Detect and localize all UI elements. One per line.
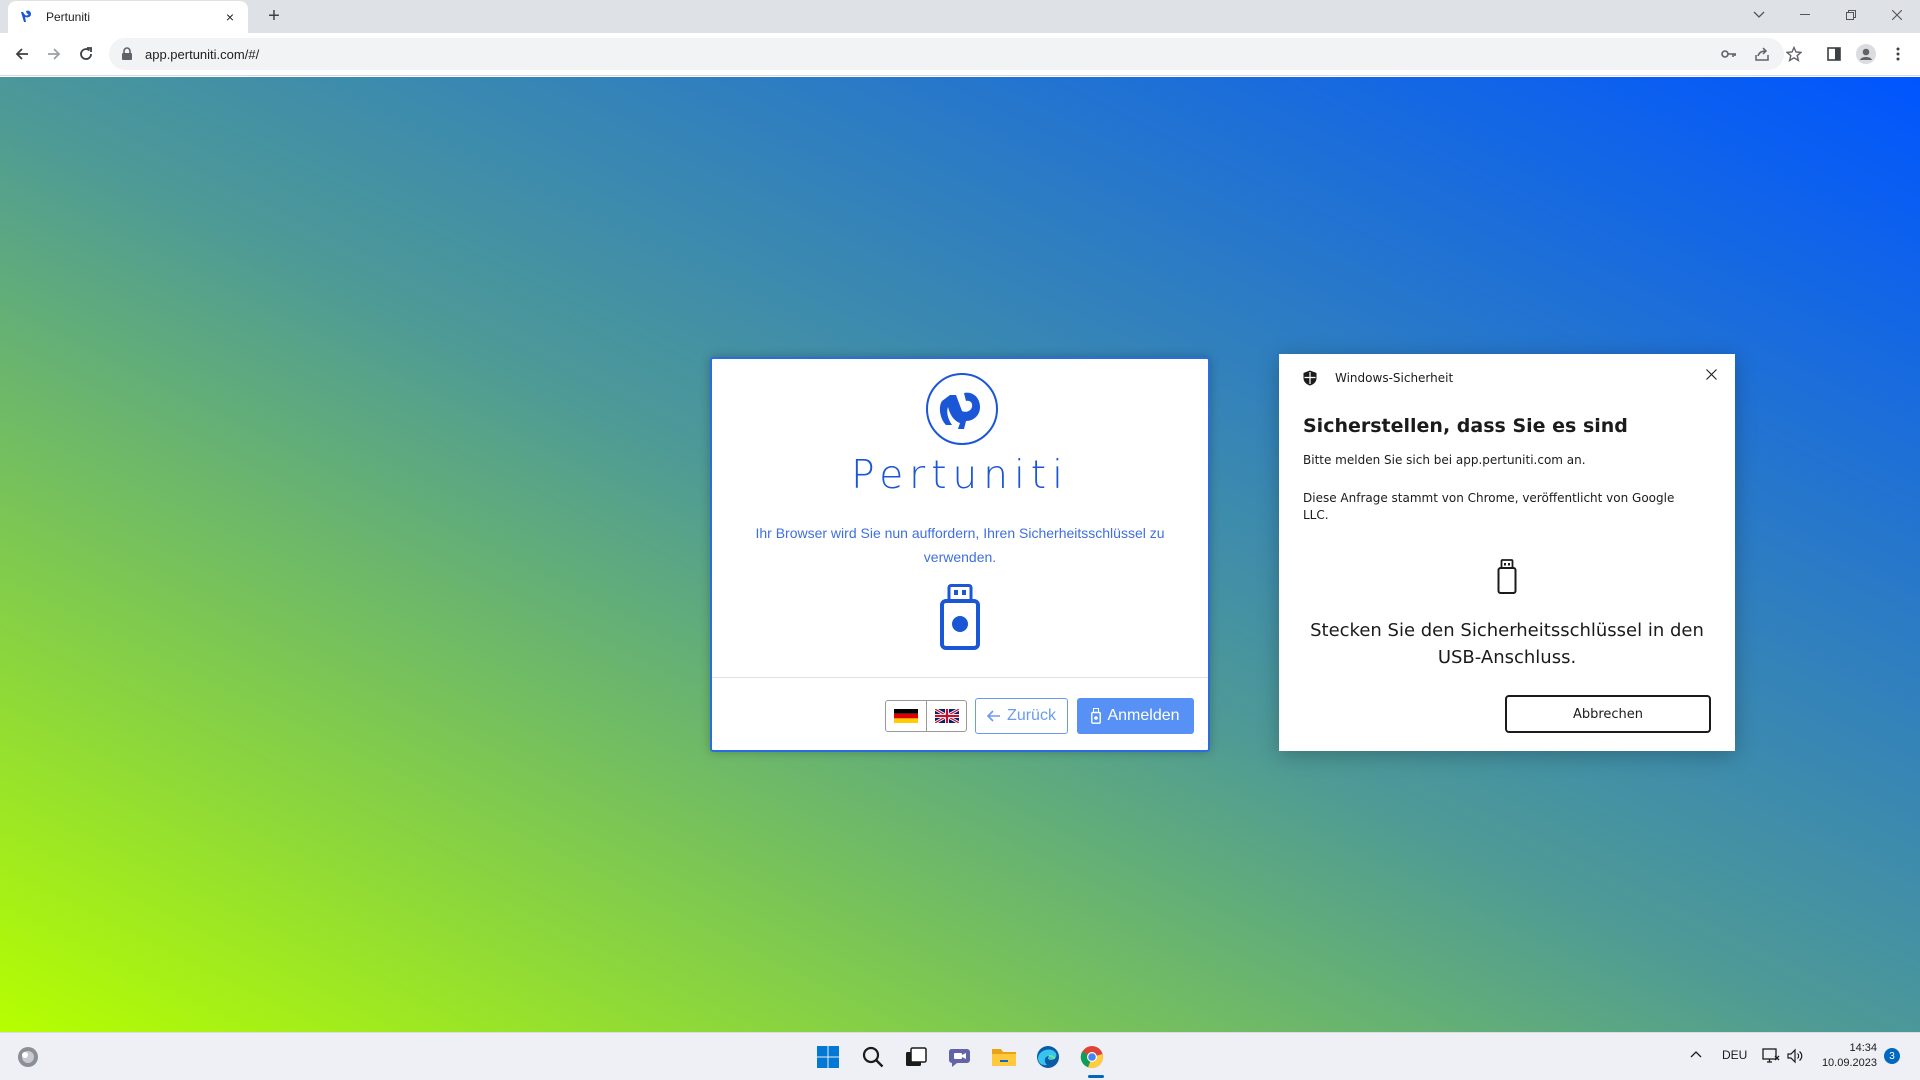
start-windows-icon[interactable] <box>814 1043 842 1071</box>
dialog-app-name: Windows-Sicherheit <box>1335 371 1454 385</box>
file-explorer-icon[interactable] <box>990 1043 1018 1071</box>
address-bar[interactable]: app.pertuniti.com/#/ <box>109 38 1784 70</box>
windows-taskbar: DEU 14:34 10.09.2023 3 <box>0 1032 1920 1080</box>
active-app-indicator <box>1088 1075 1104 1078</box>
dialog-close-icon[interactable] <box>1701 364 1721 384</box>
login-card: Pertuniti Ihr Browser wird Sie nun auffo… <box>710 357 1210 752</box>
edge-browser-icon[interactable] <box>1034 1043 1062 1071</box>
search-icon[interactable] <box>859 1043 887 1071</box>
teams-chat-icon[interactable] <box>946 1043 974 1071</box>
cancel-button[interactable]: Abbrechen <box>1505 695 1711 733</box>
clock[interactable]: 14:34 10.09.2023 <box>1815 1041 1877 1071</box>
shield-icon <box>1303 370 1317 386</box>
network-icon[interactable] <box>1762 1047 1780 1065</box>
tab-close-icon[interactable]: × <box>222 9 238 25</box>
key-icon[interactable] <box>1717 42 1741 66</box>
usb-key-small-icon <box>1091 708 1102 724</box>
left-arrow-icon <box>987 710 1001 722</box>
browser-toolbar: app.pertuniti.com/#/ <box>0 33 1920 76</box>
dialog-signin-text: Bitte melden Sie sich bei app.pertuniti.… <box>1303 453 1586 467</box>
card-divider <box>712 677 1208 678</box>
lock-icon[interactable] <box>121 47 135 61</box>
language-switcher <box>885 700 967 732</box>
usb-security-key-icon <box>1496 559 1518 595</box>
brand-name: Pertuniti <box>851 453 1069 498</box>
minimize-icon[interactable] <box>1782 0 1828 30</box>
close-window-icon[interactable] <box>1874 0 1920 30</box>
task-view-icon[interactable] <box>902 1043 930 1071</box>
new-tab-button[interactable]: + <box>262 5 286 29</box>
windows-security-dialog: Windows-Sicherheit Sicherstellen, dass S… <box>1279 354 1735 751</box>
german-flag-icon[interactable] <box>886 701 926 731</box>
dialog-header: Windows-Sicherheit <box>1303 370 1453 386</box>
url-text: app.pertuniti.com/#/ <box>145 46 260 62</box>
back-arrow-icon[interactable] <box>10 42 34 66</box>
back-button[interactable]: Zurück <box>975 698 1068 734</box>
reload-icon[interactable] <box>74 42 98 66</box>
dialog-request-origin-text: Diese Anfrage stammt von Chrome, veröffe… <box>1303 491 1675 522</box>
profile-avatar-icon[interactable] <box>1854 42 1878 66</box>
security-key-message: Ihr Browser wird Sie nun auffordern, Ihr… <box>755 525 1165 565</box>
dialog-instruction: Stecken Sie den Sicherheitsschlüssel in … <box>1310 620 1704 668</box>
window-controls <box>1736 0 1920 30</box>
clock-time: 14:34 <box>1849 1042 1877 1054</box>
dialog-title: Sicherstellen, dass Sie es sind <box>1303 415 1628 437</box>
tab-search-icon[interactable] <box>1736 0 1782 30</box>
restore-icon[interactable] <box>1828 0 1874 30</box>
volume-icon[interactable] <box>1786 1047 1804 1065</box>
chrome-browser-icon[interactable] <box>1078 1043 1106 1071</box>
show-hidden-icons-chevron-icon[interactable] <box>1688 1047 1704 1063</box>
browser-tab-bar: Pertuniti × + <box>0 0 1920 33</box>
clock-date: 10.09.2023 <box>1821 1057 1877 1069</box>
usb-key-icon <box>940 584 980 650</box>
bookmark-star-icon[interactable] <box>1782 42 1806 66</box>
share-icon[interactable] <box>1750 42 1774 66</box>
page-background: Pertuniti Ihr Browser wird Sie nun auffo… <box>0 77 1920 1032</box>
forward-arrow-icon[interactable] <box>42 42 66 66</box>
tab-title: Pertuniti <box>46 10 91 24</box>
pertuniti-logo <box>926 373 998 445</box>
back-button-label: Zurück <box>1007 707 1056 724</box>
input-language[interactable]: DEU <box>1722 1048 1747 1062</box>
login-button[interactable]: Anmelden <box>1077 698 1194 734</box>
notification-badge[interactable]: 3 <box>1884 1048 1900 1064</box>
side-panel-icon[interactable] <box>1822 42 1846 66</box>
squirrel-logo-icon <box>939 392 980 429</box>
login-button-label: Anmelden <box>1107 707 1180 724</box>
more-menu-icon[interactable] <box>1886 42 1910 66</box>
pertuniti-favicon-icon <box>20 9 36 25</box>
widgets-icon[interactable] <box>16 1045 40 1069</box>
browser-tab[interactable]: Pertuniti × <box>8 1 248 33</box>
uk-flag-icon[interactable] <box>926 701 966 731</box>
